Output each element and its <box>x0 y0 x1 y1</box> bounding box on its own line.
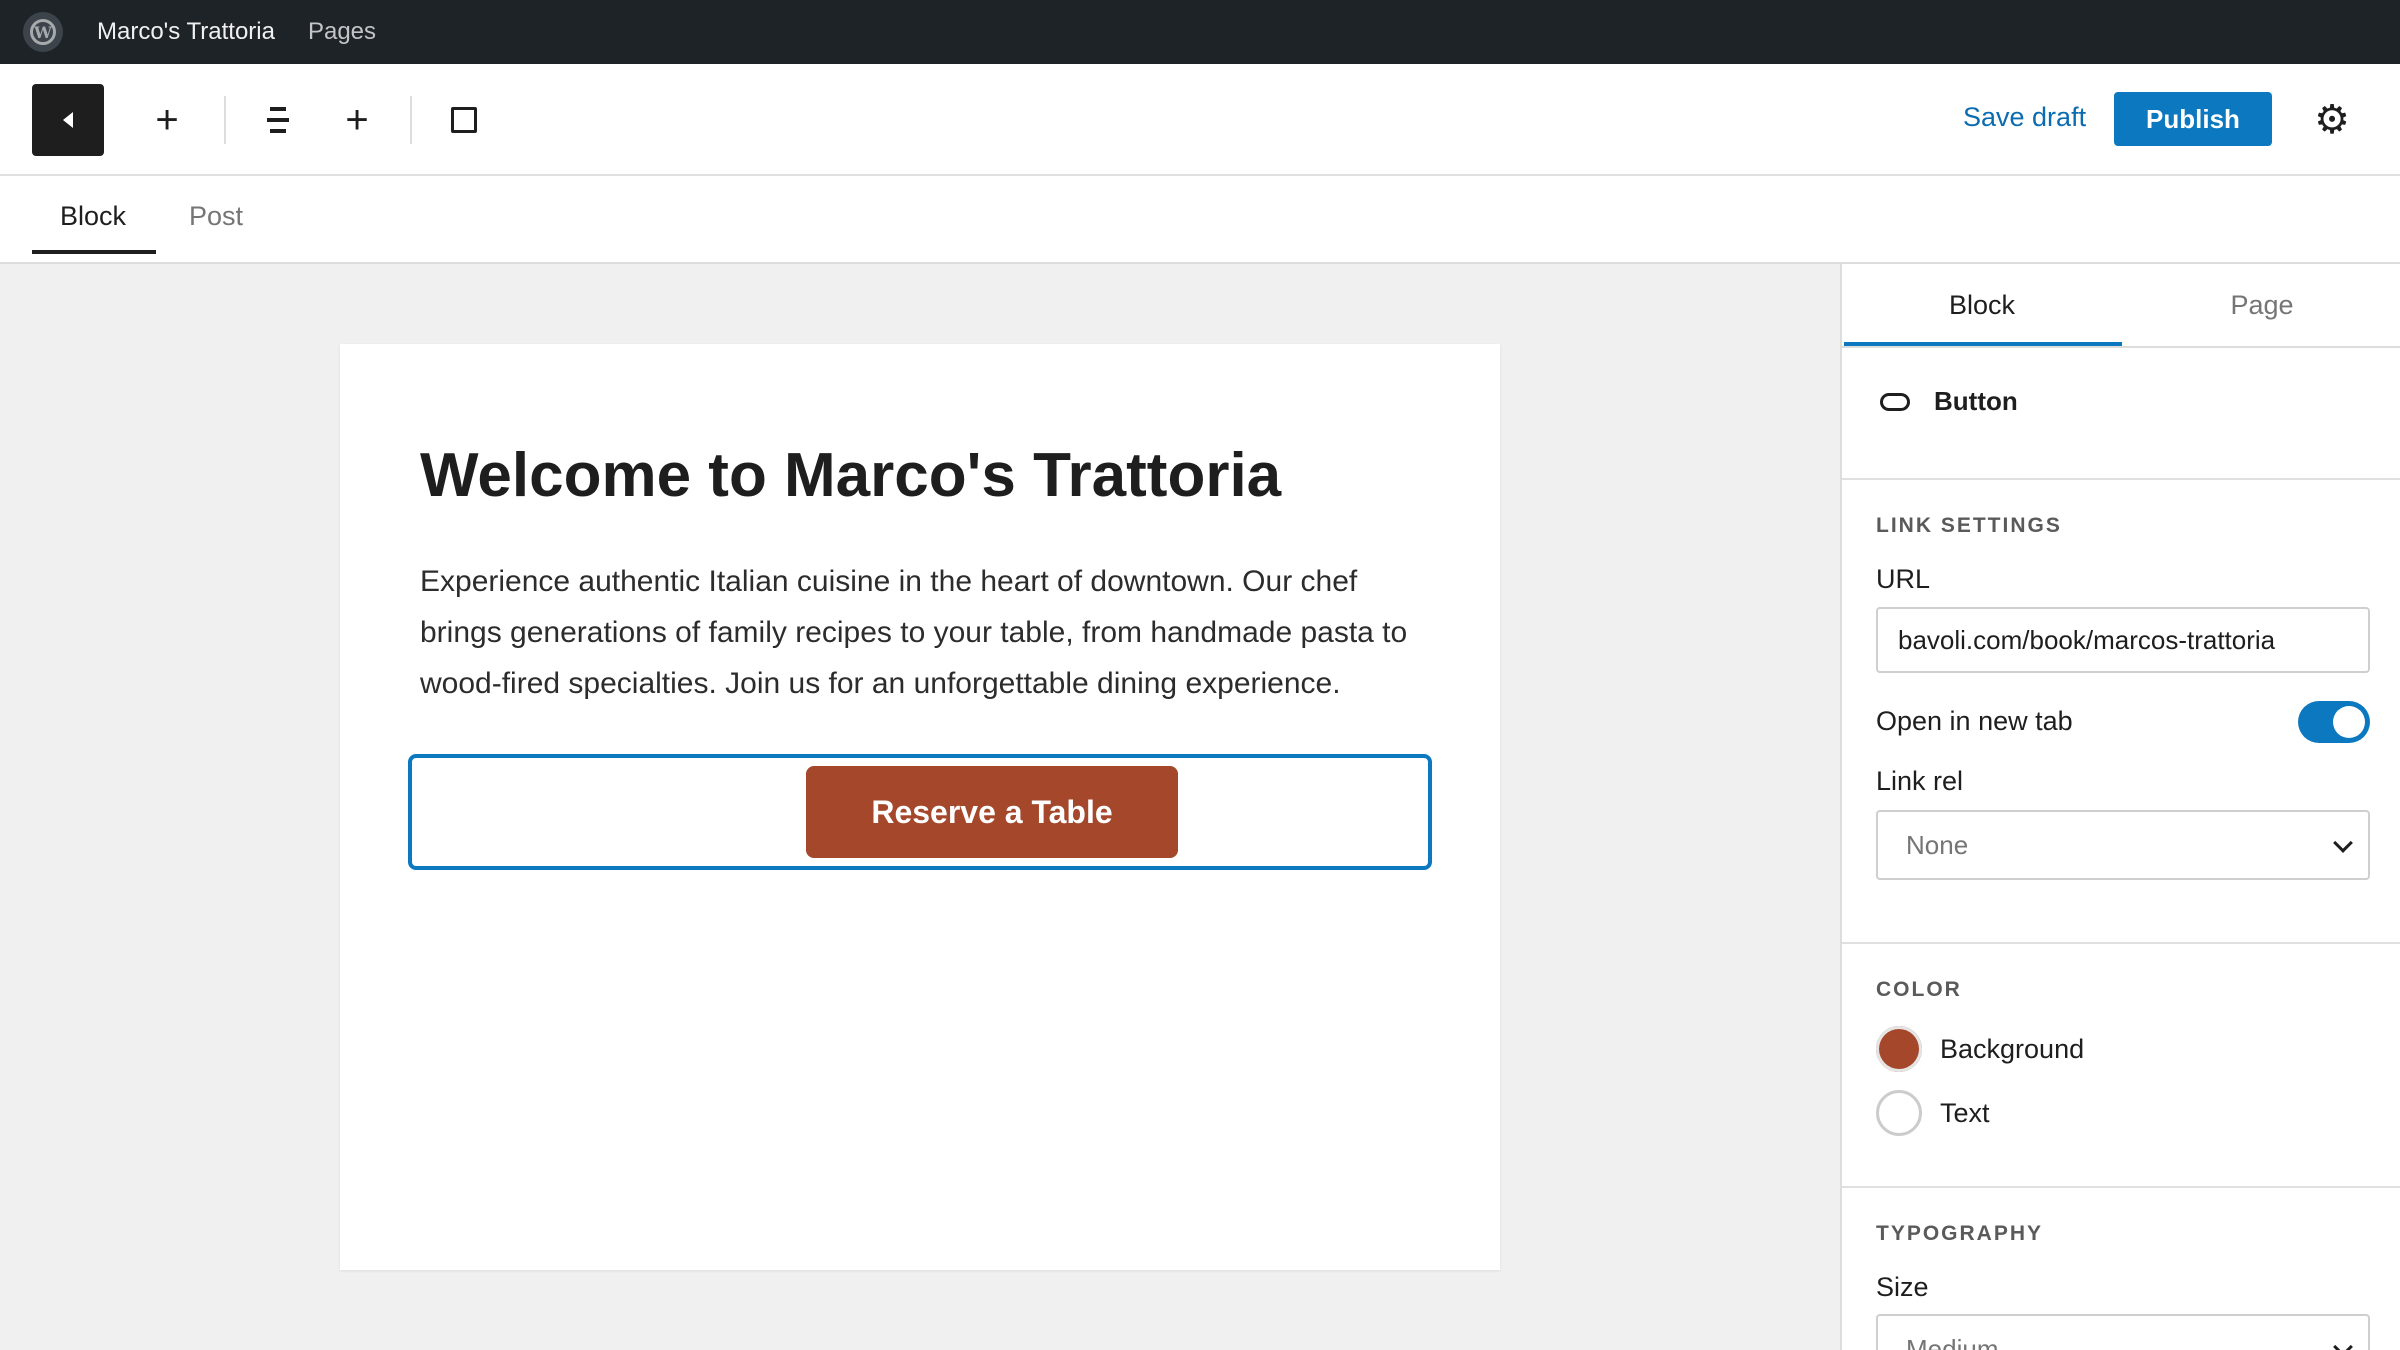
text-color-label: Text <box>1940 1097 1990 1128</box>
document-overview-button[interactable] <box>250 92 306 148</box>
block-outline-button[interactable] <box>436 92 492 148</box>
site-name-link[interactable]: Marco's Trattoria <box>97 18 275 46</box>
link-settings-title[interactable]: LINK SETTINGS <box>1876 514 2062 538</box>
settings-gear-icon[interactable]: ⚙ <box>2310 98 2354 142</box>
plus-icon: + <box>155 98 179 142</box>
typography-section-title[interactable]: TYPOGRAPHY <box>1876 1222 2043 1246</box>
button-block-icon <box>1880 392 1910 411</box>
pages-link[interactable]: Pages <box>308 18 376 46</box>
font-size-value: Medium <box>1906 1333 1999 1350</box>
settings-sidebar: Block Page Button LINK SETTINGS URL Open… <box>1840 264 2400 1350</box>
active-tab-indicator <box>32 250 156 254</box>
publish-button[interactable]: Publish <box>2114 92 2272 146</box>
section-divider <box>1842 942 2400 944</box>
back-button[interactable] <box>32 84 104 156</box>
add-block-button[interactable]: + <box>329 92 385 148</box>
toolbar-divider <box>224 96 226 144</box>
toolbar-divider <box>410 96 412 144</box>
square-icon <box>451 107 477 133</box>
text-color-option[interactable]: Text <box>1876 1090 1990 1136</box>
admin-bar: W Marco's Trattoria Pages <box>0 0 2400 64</box>
link-rel-value: None <box>1906 829 1969 860</box>
open-in-new-tab-label: Open in new tab <box>1876 706 2073 736</box>
chevron-down-icon <box>2333 1337 2353 1350</box>
link-rel-label: Link rel <box>1876 766 1964 796</box>
sidebar-tab-page[interactable]: Page <box>2122 264 2400 346</box>
tab-post[interactable]: Post <box>189 176 243 256</box>
url-label: URL <box>1876 564 1931 594</box>
save-draft-button[interactable]: Save draft <box>1963 102 2086 133</box>
background-color-swatch <box>1876 1026 1922 1072</box>
toggle-knob <box>2333 706 2365 738</box>
font-size-select[interactable]: Medium <box>1876 1314 2370 1350</box>
background-color-option[interactable]: Background <box>1876 1026 2084 1072</box>
sidebar-tab-block[interactable]: Block <box>1842 264 2122 346</box>
section-divider <box>1842 478 2400 480</box>
page-paragraph[interactable]: Experience authentic Italian cuisine in … <box>420 556 1430 709</box>
list-view-icon <box>267 107 289 133</box>
block-card: Button <box>1880 386 2018 417</box>
url-input[interactable] <box>1876 607 2370 673</box>
reserve-table-button[interactable]: Reserve a Table <box>806 766 1178 858</box>
sidebar-tabs: Block Page <box>1842 264 2400 348</box>
link-rel-select[interactable]: None <box>1876 810 2370 880</box>
chevron-down-icon <box>2333 833 2353 853</box>
size-label: Size <box>1876 1272 1929 1302</box>
block-name: Button <box>1934 386 2018 416</box>
editor-canvas: Welcome to Marco's Trattoria Experience … <box>340 344 1500 1270</box>
section-divider <box>1842 1186 2400 1188</box>
sidebar-active-tab-indicator <box>1844 342 2122 346</box>
tab-block[interactable]: Block <box>60 176 126 256</box>
open-in-new-tab-toggle[interactable] <box>2298 701 2370 743</box>
color-section-title[interactable]: COLOR <box>1876 978 1962 1002</box>
wordpress-logo-icon[interactable]: W <box>23 12 63 52</box>
plus-icon: + <box>345 98 369 142</box>
text-color-swatch <box>1876 1090 1922 1136</box>
editor-tab-bar: Block Post <box>0 176 2400 264</box>
selected-block-outline[interactable]: Reserve a Table <box>408 754 1432 870</box>
background-color-label: Background <box>1940 1033 2085 1064</box>
editor-toolbar: + + Save draft Publish <box>0 64 2400 176</box>
block-inserter-button[interactable]: + <box>139 92 195 148</box>
back-arrow-icon <box>63 112 73 128</box>
page-heading[interactable]: Welcome to Marco's Trattoria <box>420 440 1281 511</box>
